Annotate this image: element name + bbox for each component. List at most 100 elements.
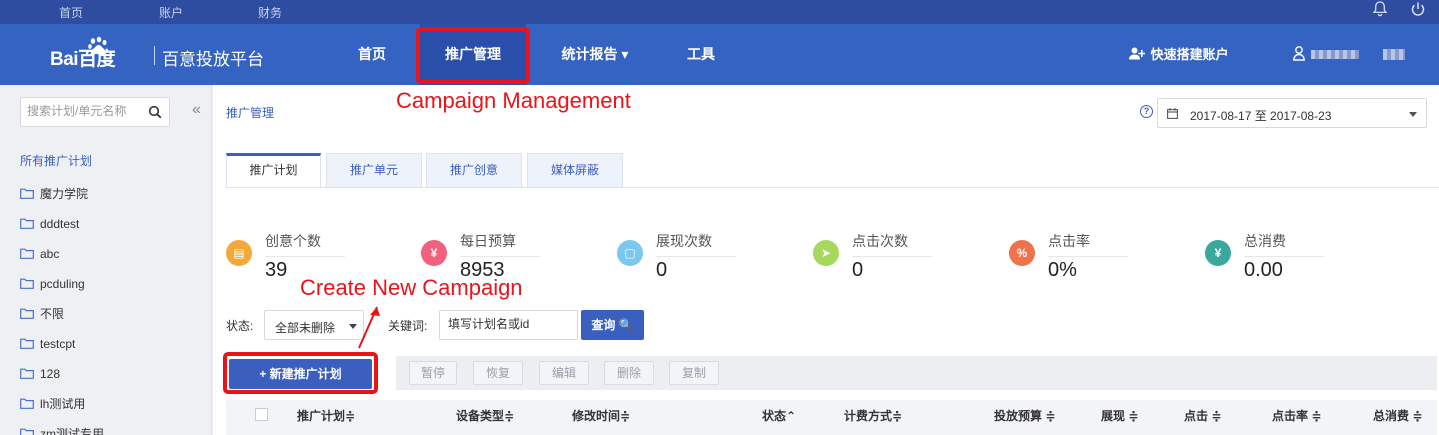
date-range-picker[interactable]: 2017-08-17 至 2017-08-23 xyxy=(1157,98,1427,128)
pause-button[interactable]: 暂停 xyxy=(409,361,457,385)
sidebar-plan-label: testcpt xyxy=(40,337,76,351)
bell-icon[interactable] xyxy=(1370,1,1390,21)
quick-create-label: 快速搭建账户 xyxy=(1150,47,1229,62)
sidebar-plan-item[interactable]: dddtest xyxy=(20,215,104,245)
sidebar-plan-item[interactable]: abc xyxy=(20,245,104,275)
stat-value: 0 xyxy=(656,259,668,281)
user-icon[interactable] xyxy=(1293,46,1309,61)
col-billing[interactable]: 计费方式≑ xyxy=(844,407,902,424)
quick-create-account-button[interactable]: 快速搭建账户 xyxy=(1129,24,1229,85)
tab-plans[interactable]: 推广计划 xyxy=(226,153,321,188)
top-bar: 首页 账户 财务 xyxy=(0,0,1439,24)
sidebar-plan-item[interactable]: pcduling xyxy=(20,275,104,305)
annotation-arrow xyxy=(358,306,380,349)
folder-icon xyxy=(20,188,34,199)
main-content: 推广管理 ? 2017-08-17 至 2017-08-23 推广计划 推广单元… xyxy=(213,85,1439,435)
keyword-input[interactable] xyxy=(448,317,570,331)
sidebar-plan-label: lh测试用 xyxy=(40,397,86,411)
stat-value: 0.00 xyxy=(1244,259,1283,281)
stat-value: 0% xyxy=(1048,259,1077,281)
status-select-value: 全部未删除 xyxy=(275,321,336,335)
sidebar-plan-item[interactable]: zm测试专用 xyxy=(20,425,104,435)
sidebar-plan-label: zm测试专用 xyxy=(40,427,104,435)
stat-card: ▢ 展现次数 0 xyxy=(617,230,807,290)
highlight-nav-box xyxy=(416,27,530,84)
stat-divider xyxy=(656,256,736,257)
collapse-sidebar-icon[interactable]: « xyxy=(192,102,201,118)
sidebar-plan-label: 魔力学院 xyxy=(40,187,89,201)
calendar-icon xyxy=(1167,108,1178,119)
sidebar-plan-label: abc xyxy=(40,247,60,261)
plan-search-input[interactable] xyxy=(27,104,145,118)
username-redacted xyxy=(1311,50,1359,59)
col-total-cost[interactable]: 总消费 ≑ xyxy=(1373,407,1422,424)
breadcrumb: 推广管理 xyxy=(226,106,275,120)
folder-icon xyxy=(20,398,34,409)
folder-icon xyxy=(20,368,34,379)
col-status[interactable]: 状态⌃ xyxy=(762,407,796,424)
top-link-finance[interactable]: 财务 xyxy=(258,4,282,21)
nav-tools[interactable]: 工具 xyxy=(678,24,724,85)
stat-card: ➤ 点击次数 0 xyxy=(813,230,1003,290)
delete-button[interactable]: 删除 xyxy=(604,361,654,385)
top-link-home[interactable]: 首页 xyxy=(59,4,83,21)
sidebar-plan-item[interactable]: testcpt xyxy=(20,335,104,365)
stat-label: 点击次数 xyxy=(852,233,908,249)
folder-icon xyxy=(20,248,34,259)
col-device[interactable]: 设备类型≑ xyxy=(456,407,514,424)
col-budget[interactable]: 投放预算 ≑ xyxy=(994,407,1055,424)
sidebar-plan-item[interactable]: 魔力学院 xyxy=(20,185,104,215)
sidebar-plan-label: 128 xyxy=(40,367,61,381)
stat-card: ¥ 总消费 0.00 xyxy=(1205,230,1395,290)
all-plans-link[interactable]: 所有推广计划 xyxy=(20,152,92,169)
resume-button[interactable]: 恢复 xyxy=(473,361,523,385)
stat-card: % 点击率 0% xyxy=(1009,230,1199,290)
copy-button[interactable]: 复制 xyxy=(669,361,719,385)
status-label: 状态: xyxy=(226,319,254,333)
tab-units[interactable]: 推广单元 xyxy=(326,153,422,188)
folder-icon xyxy=(20,278,34,289)
stat-divider xyxy=(852,256,932,257)
sidebar-plan-label: pcduling xyxy=(40,277,85,291)
tab-creatives[interactable]: 推广创意 xyxy=(426,153,522,188)
col-impressions[interactable]: 展现 ≑ xyxy=(1101,407,1138,424)
plan-search-box xyxy=(20,97,170,127)
keyword-box xyxy=(439,310,578,340)
top-link-account[interactable]: 账户 xyxy=(159,4,183,21)
paw-icon xyxy=(88,36,107,55)
folder-icon xyxy=(20,338,34,349)
col-ctr[interactable]: 点击率 ≑ xyxy=(1272,407,1321,424)
stat-label: 总消费 xyxy=(1244,233,1286,249)
batch-action-bar: 暂停 恢复 编辑 删除 复制 xyxy=(396,356,1437,390)
highlight-new-button-box xyxy=(223,352,378,394)
stat-divider xyxy=(1244,256,1324,257)
folder-icon xyxy=(20,428,34,435)
stat-divider xyxy=(265,256,345,257)
col-plan[interactable]: 推广计划≑ xyxy=(297,407,355,424)
plan-list: 魔力学院 dddtest abc pcduling 不限 testcpt 128 lh测试用 z… xyxy=(20,185,104,435)
stat-label: 每日预算 xyxy=(460,233,516,249)
stat-value: 39 xyxy=(265,259,288,281)
stat-label: 展现次数 xyxy=(656,233,712,249)
col-modified[interactable]: 修改时间≑ xyxy=(572,407,630,424)
logo-separator xyxy=(154,46,155,65)
col-clicks[interactable]: 点击 ≑ xyxy=(1184,407,1221,424)
tab-media-block[interactable]: 媒体屏蔽 xyxy=(527,153,623,188)
stat-icon: % xyxy=(1009,240,1035,266)
status-select[interactable]: 全部未删除 xyxy=(264,310,364,340)
add-user-icon xyxy=(1129,47,1146,60)
query-button[interactable]: 查询 🔍 xyxy=(581,310,644,340)
select-all-checkbox[interactable] xyxy=(255,408,268,421)
sidebar-plan-item[interactable]: 不限 xyxy=(20,305,104,335)
power-icon[interactable] xyxy=(1408,1,1428,21)
main-header: Bai百度 百意投放平台 首页 推广管理 统计报告 ▾ 工具 快速搭建账户 xyxy=(0,24,1439,85)
edit-button[interactable]: 编辑 xyxy=(539,361,589,385)
sidebar-plan-item[interactable]: lh测试用 xyxy=(20,395,104,425)
search-icon[interactable] xyxy=(148,105,162,119)
nav-reports[interactable]: 统计报告 ▾ xyxy=(548,24,642,85)
account-redacted[interactable] xyxy=(1383,49,1405,60)
sidebar-plan-item[interactable]: 128 xyxy=(20,365,104,395)
stat-icon: ➤ xyxy=(813,240,839,266)
nav-home[interactable]: 首页 xyxy=(347,24,397,85)
help-icon[interactable]: ? xyxy=(1140,105,1153,118)
